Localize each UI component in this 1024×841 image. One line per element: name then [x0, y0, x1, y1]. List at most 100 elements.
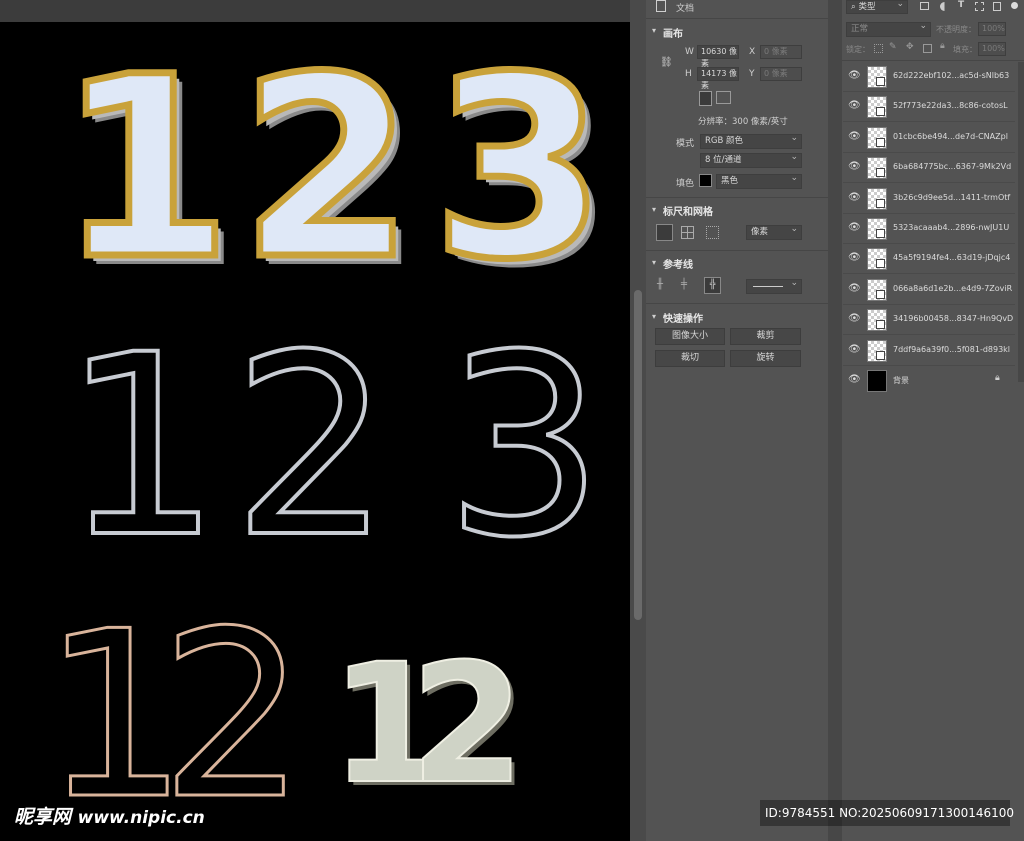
canvas-scroll-thumb[interactable] — [634, 290, 642, 620]
layer-name: 7ddf9a6a39f0...5f081-d893kl — [893, 345, 1011, 354]
guide-style-select[interactable] — [746, 277, 802, 294]
divider — [843, 334, 1015, 335]
document-tab[interactable]: 文档 — [676, 1, 694, 14]
layer-filter-select[interactable]: ⌕ 类型 — [846, 0, 908, 14]
layer-name: 45a5f9194fe4...63d19-jDqjc4 — [893, 253, 1011, 262]
layer-name: 34196b00458...8347-Hn9QvD — [893, 314, 1014, 323]
x-field[interactable]: 0 像素 — [760, 45, 802, 59]
divider — [843, 182, 1015, 183]
visibility-eye-icon[interactable]: 👁︎ — [848, 222, 861, 233]
layer-row[interactable]: 👁︎ 5323acaaab4...2896-nwJU1U — [843, 214, 1015, 244]
ruler-units-select[interactable]: 像素 — [746, 223, 802, 240]
visibility-eye-icon[interactable]: 👁︎ — [848, 374, 861, 385]
height-field[interactable]: 14173 像素 — [697, 67, 739, 90]
divider — [843, 273, 1015, 274]
landscape-orientation-icon[interactable] — [716, 91, 731, 104]
layer-name: 5323acaaab4...2896-nwJU1U — [893, 223, 1010, 232]
smart-guides-icon[interactable]: ╬ — [704, 277, 721, 294]
visibility-eye-icon[interactable]: 👁︎ — [848, 192, 861, 203]
properties-scrollbar[interactable] — [828, 0, 842, 841]
divider — [646, 18, 828, 19]
height-label: H — [685, 69, 692, 79]
fill-select[interactable]: 黑色 — [716, 172, 802, 189]
layers-scrollbar[interactable] — [1018, 62, 1024, 382]
shape-filter-icon[interactable] — [975, 2, 984, 11]
visibility-eye-icon[interactable]: 👁︎ — [848, 131, 861, 142]
layer-row[interactable]: 👁︎ 34196b00458...8347-Hn9QvD — [843, 305, 1015, 335]
grid-icon[interactable] — [681, 226, 694, 239]
bit-depth-select[interactable]: 8 位/通道 — [700, 151, 802, 168]
visibility-eye-icon[interactable]: 👁︎ — [848, 70, 861, 81]
layer-row[interactable]: 👁︎ 01cbc6be494...de7d-CNAZpl — [843, 123, 1015, 153]
watermark-brand: 昵享网 www.nipic.cn — [14, 802, 205, 829]
fill-color-swatch[interactable] — [699, 174, 712, 187]
digit-1-gold: 1 — [55, 23, 236, 314]
layer-row[interactable]: 👁︎ 7ddf9a6a39f0...5f081-d893kl — [843, 336, 1015, 366]
adjustment-filter-icon[interactable] — [940, 2, 949, 11]
collapse-icon[interactable]: ▾ — [652, 26, 656, 35]
pixel-grid-icon[interactable] — [706, 226, 719, 239]
trim-button[interactable]: 裁切 — [655, 350, 725, 367]
layer-row[interactable]: 👁︎ 62d222ebf102...ac5d-sNlb63 — [843, 62, 1015, 92]
layer-filter-kind: 类型 — [858, 2, 876, 12]
smart-object-filter-icon[interactable] — [993, 2, 1001, 11]
watermark-id: ID:9784551 NO:20250609171300146100 — [765, 806, 1015, 820]
filter-toggle-icon[interactable] — [1011, 2, 1018, 9]
lock-pixels-icon[interactable]: ✎ — [889, 42, 897, 52]
type-filter-icon[interactable]: T — [958, 0, 964, 10]
layer-row[interactable]: 👁︎ 3b26c9d9ee5d...1411-trmOtf — [843, 184, 1015, 214]
lock-artboard-icon[interactable] — [923, 44, 932, 53]
divider — [646, 250, 828, 251]
search-icon: ⌕ — [851, 2, 856, 12]
visibility-eye-icon[interactable]: 👁︎ — [848, 161, 861, 172]
canvas[interactable]: 1 2 3 1 2 3 1 2 1 2 昵享网 www.nipic.cn — [0, 22, 630, 841]
layer-thumbnail — [867, 248, 887, 270]
lock-position-icon[interactable]: ✥ — [906, 42, 914, 52]
lock-transparency-icon[interactable] — [874, 44, 883, 53]
ruler-icon[interactable] — [656, 224, 673, 241]
collapse-icon[interactable]: ▾ — [652, 312, 656, 321]
collapse-icon[interactable]: ▾ — [652, 258, 656, 267]
y-field[interactable]: 0 像素 — [760, 67, 802, 81]
width-label: W — [685, 47, 694, 57]
layer-thumbnail — [867, 96, 887, 118]
image-size-button[interactable]: 图像大小 — [655, 328, 725, 345]
crop-button[interactable]: 裁剪 — [730, 328, 801, 345]
layer-name: 3b26c9d9ee5d...1411-trmOtf — [893, 193, 1011, 202]
opacity-field[interactable]: 100% — [978, 22, 1006, 36]
visibility-eye-icon[interactable]: 👁︎ — [848, 100, 861, 111]
layer-row[interactable]: 👁︎ 45a5f9194fe4...63d19-jDqjc4 — [843, 244, 1015, 274]
rotate-button[interactable]: 旋转 — [730, 350, 801, 367]
y-label: Y — [749, 69, 755, 79]
blend-mode-select[interactable]: 正常 — [846, 20, 931, 37]
digit-2-silver: 2 — [230, 301, 393, 592]
mode-select[interactable]: RGB 颜色 — [700, 132, 802, 149]
layer-thumbnail — [867, 218, 887, 240]
guide-layout-icon[interactable]: ╪ — [681, 279, 687, 290]
layer-thumbnail — [867, 279, 887, 301]
rulers-section-title: 标尺和网格 — [663, 207, 713, 218]
background-layer-row[interactable]: 👁︎ 背景 🔒︎ — [843, 366, 1015, 396]
quick-actions-title: 快速操作 — [663, 314, 703, 325]
width-field[interactable]: 10630 像素 — [697, 45, 739, 68]
layer-row[interactable]: 👁︎ 066a8a6d1e2b...e4d9-7ZoviR — [843, 275, 1015, 305]
visibility-eye-icon[interactable]: 👁︎ — [848, 252, 861, 263]
visibility-eye-icon[interactable]: 👁︎ — [848, 344, 861, 355]
layer-thumbnail — [867, 340, 887, 362]
lock-icon: 🔒︎ — [995, 373, 1000, 383]
layer-thumbnail — [867, 309, 887, 331]
visibility-eye-icon[interactable]: 👁︎ — [848, 313, 861, 324]
layer-thumbnail — [867, 157, 887, 179]
fill-field[interactable]: 100% — [978, 42, 1006, 56]
collapse-icon[interactable]: ▾ — [652, 205, 656, 214]
link-icon[interactable]: ⛓ — [660, 57, 673, 68]
portrait-orientation-icon[interactable] — [699, 91, 712, 106]
pixel-layer-filter-icon[interactable] — [920, 2, 929, 10]
visibility-eye-icon[interactable]: 👁︎ — [848, 283, 861, 294]
guide-icon[interactable]: ╫ — [657, 279, 663, 290]
layer-row[interactable]: 👁︎ 6ba684775bc...6367-9Mk2Vd — [843, 153, 1015, 183]
lock-all-icon[interactable]: 🔒︎ — [940, 41, 945, 51]
line-style-icon — [753, 286, 783, 287]
layer-row[interactable]: 👁︎ 52f773e22da3...8c86-cotosL — [843, 92, 1015, 122]
divider — [843, 121, 1015, 122]
